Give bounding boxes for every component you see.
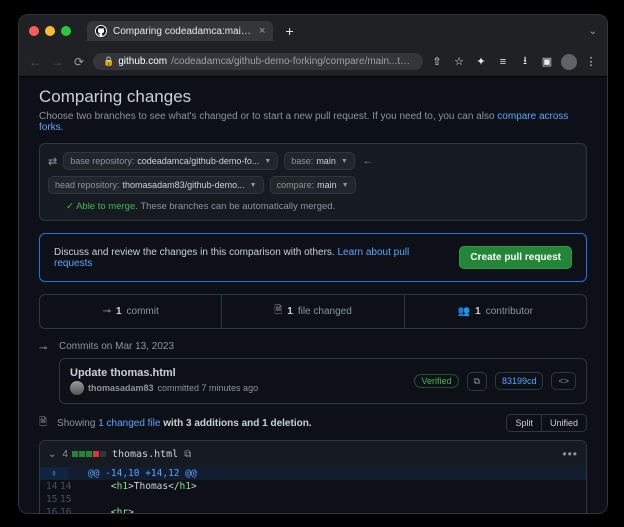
merge-status: Able to merge. These branches can be aut…	[66, 201, 578, 212]
diff-view-toggle: Split Unified	[506, 414, 587, 432]
file-diff-icon: 🗎	[39, 415, 47, 432]
reading-list-icon[interactable]: ≡	[495, 56, 511, 68]
address-bar[interactable]: 🔒 github.com /codeadamca/github-demo-for…	[93, 53, 423, 70]
copy-path-icon[interactable]: ⧉	[184, 449, 191, 460]
commit-time: committed 7 minutes ago	[158, 383, 259, 393]
github-favicon	[95, 25, 107, 37]
people-icon: 👥	[458, 306, 470, 317]
check-icon: Able to merge.	[66, 201, 138, 212]
diff-filename[interactable]: thomas.html	[112, 449, 178, 460]
verified-badge[interactable]: Verified	[414, 374, 458, 388]
commit-author[interactable]: thomasadam83	[88, 383, 154, 393]
chevron-down-icon: ▼	[250, 182, 257, 189]
window-zoom[interactable]	[61, 26, 71, 36]
extensions-icon[interactable]: ✦	[473, 55, 489, 68]
compare-icon: ⇄	[48, 155, 57, 168]
chevron-down-icon: ▼	[342, 182, 349, 189]
diff-stat: 4	[62, 449, 106, 460]
files-count[interactable]: 🗎1file changed	[221, 295, 403, 328]
compare-counts: ⊸1commit 🗎1file changed 👥1contributor	[39, 294, 587, 329]
file-menu-icon[interactable]: •••	[562, 447, 578, 461]
file-icon: 🗎	[274, 303, 282, 320]
nav-back-icon: ←	[27, 55, 43, 69]
head-repo-select[interactable]: head repository: thomasadam83/github-dem…	[48, 176, 264, 194]
split-view-button[interactable]: Split	[507, 415, 541, 431]
browser-toolbar: ← → ⟳ 🔒 github.com /codeadamca/github-de…	[19, 47, 607, 77]
diff-line: 1616 <hr>	[40, 506, 586, 513]
panel-icon[interactable]: ▣	[539, 55, 555, 68]
lock-icon: 🔒	[103, 56, 114, 67]
create-pr-banner: Discuss and review the changes in this c…	[39, 233, 587, 282]
arrow-left-icon: ←	[361, 156, 375, 167]
compare-branch-select[interactable]: compare: main ▼	[270, 176, 356, 194]
profile-avatar[interactable]	[561, 54, 577, 70]
branch-compare-box: ⇄ base repository: codeadamca/github-dem…	[39, 143, 587, 221]
tab-close-icon[interactable]: ×	[259, 25, 265, 37]
page-title: Comparing changes	[39, 87, 587, 107]
hunk-header: @@ -14,10 +14,12 @@	[82, 467, 586, 480]
chevron-down-icon: ▼	[341, 158, 348, 165]
file-summary-bar: 🗎 Showing 1 changed file with 3 addition…	[39, 414, 587, 432]
base-branch-select[interactable]: base: main ▼	[284, 152, 354, 170]
window-close[interactable]	[29, 26, 39, 36]
page-content: Comparing changes Choose two branches to…	[19, 77, 607, 513]
unified-view-button[interactable]: Unified	[541, 415, 586, 431]
nav-reload-icon[interactable]: ⟳	[71, 55, 87, 69]
url-domain: github.com	[118, 56, 167, 67]
commit-icon: ⊸	[103, 306, 111, 317]
menu-icon[interactable]: ⋮	[583, 55, 599, 68]
diff-file: ⌄ 4 thomas.html ⧉ ••• ⇳ @@ -14,10 +14,12 …	[39, 440, 587, 513]
window-menu-chevron[interactable]: ⌄	[589, 26, 597, 37]
collapse-file-icon[interactable]: ⌄	[48, 449, 56, 460]
browse-code-button[interactable]: <>	[551, 372, 576, 390]
nav-forward-icon: →	[49, 55, 65, 69]
copy-sha-button[interactable]: ⧉	[467, 372, 487, 391]
window-titlebar: Comparing codeadamca:main... × + ⌄	[19, 15, 607, 47]
commit-sha-link[interactable]: 83199cd	[495, 372, 544, 390]
timeline-marker-icon: ⊸	[39, 343, 51, 355]
browser-tab-title: Comparing codeadamca:main...	[113, 26, 253, 37]
commit-card: Update thomas.html thomasadam83 committe…	[59, 358, 587, 404]
expand-hunk-icon[interactable]: ⇳	[40, 467, 68, 480]
commits-count[interactable]: ⊸1commit	[40, 295, 221, 328]
diff-line: 1515	[40, 493, 586, 506]
chevron-down-icon: ▼	[264, 158, 271, 165]
star-icon[interactable]: ☆	[451, 55, 467, 68]
window-minimize[interactable]	[45, 26, 55, 36]
create-pull-request-button[interactable]: Create pull request	[459, 246, 572, 269]
downloads-icon[interactable]: ⭳	[517, 52, 533, 71]
browser-tab[interactable]: Comparing codeadamca:main... ×	[87, 21, 273, 41]
commit-title[interactable]: Update thomas.html	[70, 367, 406, 379]
changed-files-link[interactable]: 1 changed file	[98, 418, 160, 429]
diff-table: ⇳ @@ -14,10 +14,12 @@1414 <h1>Thomas</h1>…	[40, 467, 586, 513]
author-avatar[interactable]	[70, 381, 84, 395]
base-repo-select[interactable]: base repository: codeadamca/github-demo-…	[63, 152, 278, 170]
commit-date-heading: Commits on Mar 13, 2023	[59, 341, 587, 352]
share-icon[interactable]: ⇧	[429, 55, 445, 68]
contributors-count[interactable]: 👥1contributor	[404, 295, 586, 328]
diff-line: 1414 <h1>Thomas</h1>	[40, 480, 586, 493]
diff-file-header: ⌄ 4 thomas.html ⧉ •••	[40, 441, 586, 467]
page-subtitle: Choose two branches to see what's change…	[39, 111, 587, 133]
url-path: /codeadamca/github-demo-forking/compare/…	[171, 56, 413, 67]
new-tab-button[interactable]: +	[281, 23, 297, 39]
